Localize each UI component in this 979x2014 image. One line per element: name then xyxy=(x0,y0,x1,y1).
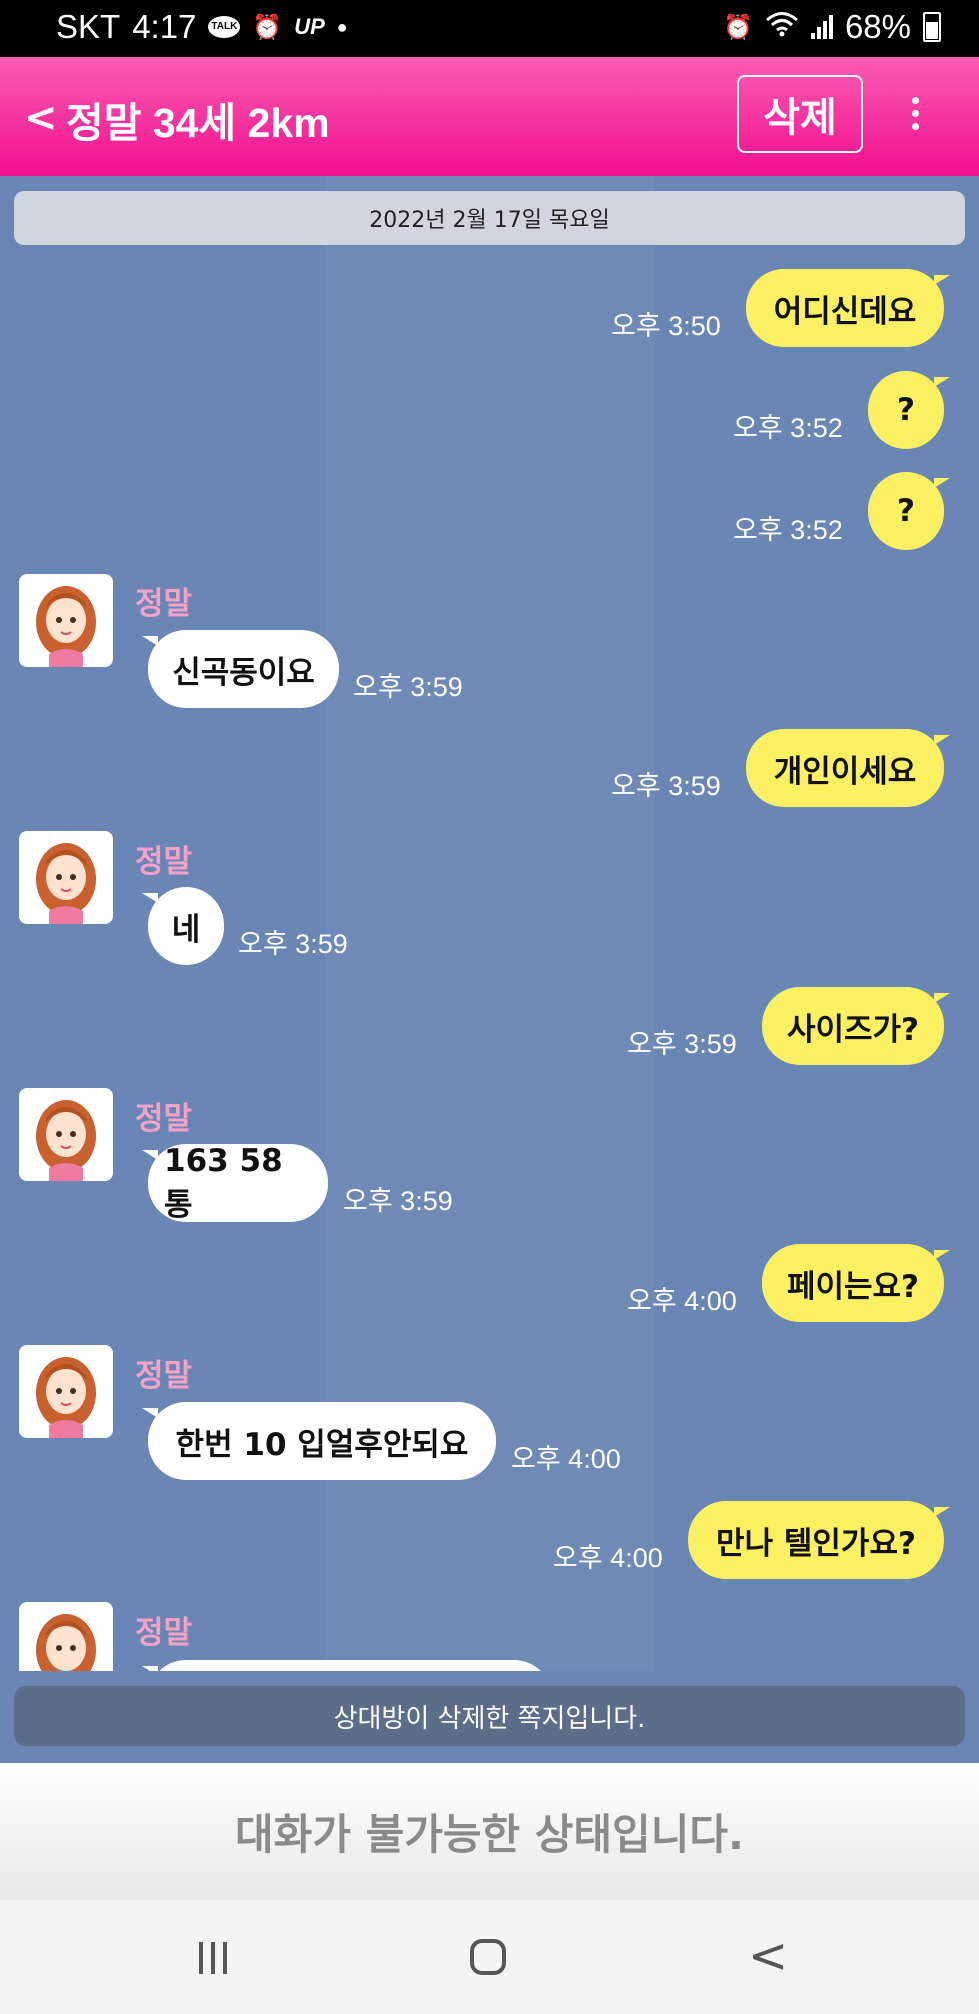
delete-button[interactable]: 삭제 xyxy=(737,75,863,153)
back-icon[interactable]: < xyxy=(748,1928,788,1984)
my-message-bubble[interactable]: ? xyxy=(868,371,950,449)
alarm-icon: ⏰ xyxy=(723,13,753,41)
sender-name: 정말 xyxy=(135,586,193,622)
chat-disabled-notice: 대화가 불가능한 상태입니다. xyxy=(0,1763,979,1900)
battery-percent: 68% xyxy=(844,8,911,45)
avatar-illustration-icon xyxy=(36,1100,96,1181)
wifi-icon xyxy=(765,11,799,44)
their-message-bubble[interactable]: 163 58 통 xyxy=(142,1143,328,1223)
back-chevron-icon[interactable]: < xyxy=(24,95,58,141)
sender-name: 정말 xyxy=(135,1101,193,1137)
message-time: 오후 3:52 xyxy=(733,413,843,443)
avatar-illustration-icon xyxy=(36,1357,96,1438)
their-message-bubble[interactable]: 한번 10 입얼후안되요 xyxy=(142,1402,496,1480)
their-message-bubble[interactable] xyxy=(142,1660,552,1671)
message-time: 오후 3:59 xyxy=(627,1029,737,1059)
kakaotalk-icon: TALK xyxy=(208,16,241,38)
my-message-bubble[interactable]: 만나 텔인가요? xyxy=(688,1501,950,1579)
sender-name: 정말 xyxy=(135,1358,193,1394)
message-time: 오후 3:59 xyxy=(611,771,721,801)
date-divider: 2022년 2월 17일 목요일 xyxy=(14,191,965,245)
chat-header: < 정말 34세 2km 삭제 xyxy=(0,57,979,176)
carrier-label: SKT xyxy=(56,8,121,45)
home-icon[interactable] xyxy=(470,1939,506,1975)
chat-title: 정말 34세 2km xyxy=(66,100,330,146)
message-time: 오후 3:59 xyxy=(353,672,463,702)
chat-area[interactable]: 2022년 2월 17일 목요일 어디신데요 오후 3:50 ? 오후 3:52… xyxy=(0,176,979,1671)
their-message-bubble[interactable]: 신곡동이요 xyxy=(142,630,339,708)
battery-icon xyxy=(923,12,941,42)
signal-icon xyxy=(810,15,833,39)
avatar[interactable] xyxy=(19,1088,113,1181)
recent-apps-icon[interactable] xyxy=(199,1942,227,1974)
avatar-illustration-icon xyxy=(36,843,96,924)
message-time: 오후 3:50 xyxy=(611,311,721,341)
avatar[interactable] xyxy=(19,831,113,924)
avatar[interactable] xyxy=(19,1345,113,1438)
my-message-bubble[interactable]: 사이즈가? xyxy=(762,987,950,1065)
message-time: 오후 3:52 xyxy=(733,515,843,545)
my-message-bubble[interactable]: 개인이세요 xyxy=(746,729,950,807)
message-time: 오후 4:00 xyxy=(627,1286,737,1316)
message-time: 오후 4:00 xyxy=(553,1543,663,1573)
message-time: 오후 3:59 xyxy=(343,1186,453,1216)
my-message-bubble[interactable]: ? xyxy=(868,472,950,550)
more-options-icon[interactable] xyxy=(912,97,920,136)
message-time: 오후 4:00 xyxy=(511,1444,621,1474)
system-nav-bar: < xyxy=(0,1900,979,2014)
alarm-icon: ⏰ xyxy=(252,13,283,41)
their-message-bubble[interactable]: 네 xyxy=(142,887,224,965)
my-message-bubble[interactable]: 어디신데요 xyxy=(746,269,950,347)
dot-icon: ● xyxy=(336,16,348,37)
avatar[interactable] xyxy=(19,574,113,667)
up-icon: UP xyxy=(294,14,325,39)
status-bar: SKT 4:17 TALK ⏰ UP ● ⏰ 68% xyxy=(0,0,979,57)
status-left: SKT 4:17 TALK ⏰ UP ● xyxy=(56,8,348,46)
avatar[interactable] xyxy=(19,1602,113,1671)
deleted-notice: 상대방이 삭제한 쪽지입니다. xyxy=(14,1686,965,1746)
avatar-illustration-icon xyxy=(36,1614,96,1671)
status-right: ⏰ 68% xyxy=(723,8,941,46)
clock: 4:17 xyxy=(132,8,197,45)
sender-name: 정말 xyxy=(135,1615,193,1651)
my-message-bubble[interactable]: 페이는요? xyxy=(762,1244,950,1322)
message-time: 오후 3:59 xyxy=(238,929,348,959)
sender-name: 정말 xyxy=(135,844,193,880)
avatar-illustration-icon xyxy=(36,586,96,667)
